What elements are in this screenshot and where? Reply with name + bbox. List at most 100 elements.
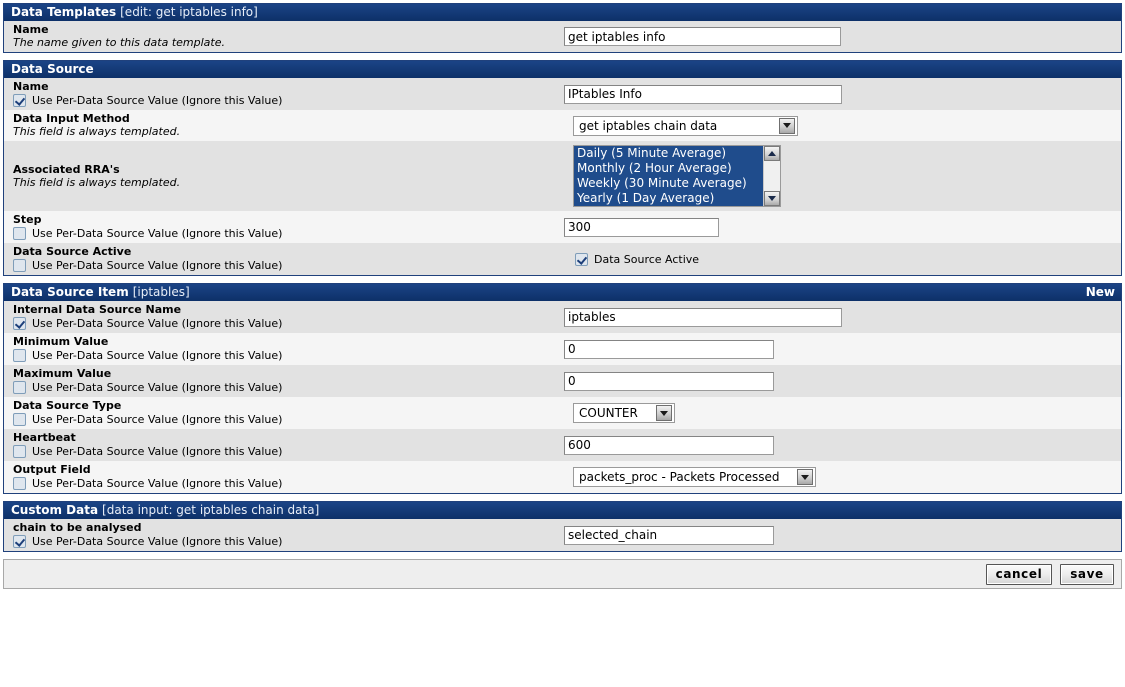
- per-ds-value-checkbox[interactable]: [13, 349, 26, 362]
- save-button[interactable]: save: [1060, 563, 1114, 585]
- section-header-data-source: Data Source: [4, 61, 1121, 78]
- per-ds-value-label: Use Per-Data Source Value (Ignore this V…: [32, 445, 283, 458]
- section-custom-data: Custom Data [data input: get iptables ch…: [3, 501, 1122, 552]
- per-ds-value-label: Use Per-Data Source Value (Ignore this V…: [32, 349, 283, 362]
- row-ds-name: Name Use Per-Data Source Value (Ignore t…: [4, 78, 1121, 110]
- maximum-value-input[interactable]: [564, 371, 774, 391]
- per-ds-value-checkbox[interactable]: [13, 477, 26, 490]
- per-ds-value-checkbox[interactable]: [13, 227, 26, 240]
- row-field: [560, 429, 1121, 461]
- row-maximum-value: Maximum Value Use Per-Data Source Value …: [4, 365, 1121, 397]
- row-label: Maximum Value Use Per-Data Source Value …: [4, 365, 560, 397]
- field-description: This field is always templated.: [13, 125, 181, 138]
- section-data-source: Data Source Name Use Per-Data Source Val…: [3, 60, 1122, 276]
- ds-name-input[interactable]: [564, 84, 842, 104]
- per-ds-value-checkbox[interactable]: [13, 535, 26, 548]
- listbox-scrollbar[interactable]: [763, 146, 780, 206]
- row-data-source-type: Data Source Type Use Per-Data Source Val…: [4, 397, 1121, 429]
- field-label: Name: [13, 80, 49, 93]
- scroll-down-icon[interactable]: [764, 191, 780, 206]
- new-data-source-item-link[interactable]: New: [1086, 284, 1115, 301]
- row-heartbeat: Heartbeat Use Per-Data Source Value (Ign…: [4, 429, 1121, 461]
- row-field: Daily (5 Minute Average) Monthly (2 Hour…: [560, 141, 1121, 211]
- section-data-templates: Data Templates [edit: get iptables info]…: [3, 3, 1122, 53]
- row-field: [560, 519, 1121, 551]
- field-label: Step: [13, 213, 42, 226]
- field-label: Output Field: [13, 463, 91, 476]
- row-label: Data Source Type Use Per-Data Source Val…: [4, 397, 560, 429]
- form-action-bar: cancel save: [3, 559, 1122, 589]
- section-subtitle: [data input: get iptables chain data]: [102, 503, 320, 517]
- row-label: chain to be analysed Use Per-Data Source…: [4, 519, 560, 551]
- row-label: Data Input Method This field is always t…: [4, 110, 560, 141]
- list-item[interactable]: Daily (5 Minute Average): [574, 146, 763, 161]
- per-ds-value-label: Use Per-Data Source Value (Ignore this V…: [32, 381, 283, 394]
- field-label: Internal Data Source Name: [13, 303, 182, 316]
- per-ds-value-checkbox[interactable]: [13, 317, 26, 330]
- list-item[interactable]: Yearly (1 Day Average): [574, 191, 763, 206]
- per-ds-checkbox-line: Use Per-Data Source Value (Ignore this V…: [13, 94, 560, 107]
- per-ds-value-checkbox[interactable]: [13, 413, 26, 426]
- scroll-up-icon[interactable]: [764, 146, 780, 161]
- step-input[interactable]: [564, 217, 719, 237]
- listbox-items: Daily (5 Minute Average) Monthly (2 Hour…: [574, 146, 763, 206]
- minimum-value-input[interactable]: [564, 339, 774, 359]
- list-item[interactable]: Monthly (2 Hour Average): [574, 161, 763, 176]
- template-name-input[interactable]: [564, 27, 841, 46]
- row-field: [560, 211, 1121, 243]
- heartbeat-input[interactable]: [564, 435, 774, 455]
- row-field: COUNTER: [560, 397, 1121, 429]
- select-value: get iptables chain data: [579, 118, 718, 133]
- section-header-custom-data: Custom Data [data input: get iptables ch…: [4, 502, 1121, 519]
- per-ds-value-checkbox[interactable]: [13, 259, 26, 272]
- section-title: Data Source: [11, 62, 94, 76]
- data-template-edit-page: Data Templates [edit: get iptables info]…: [0, 0, 1125, 589]
- field-label: Name: [13, 23, 49, 36]
- row-field: [560, 333, 1121, 365]
- data-input-method-select[interactable]: get iptables chain data: [573, 115, 798, 136]
- row-minimum-value: Minimum Value Use Per-Data Source Value …: [4, 333, 1121, 365]
- row-associated-rras: Associated RRA's This field is always te…: [4, 141, 1121, 211]
- select-value: packets_proc - Packets Processed: [579, 470, 780, 484]
- per-ds-checkbox-line: Use Per-Data Source Value (Ignore this V…: [13, 381, 560, 394]
- section-title: Custom Data: [11, 503, 99, 517]
- row-chain-to-be-analysed: chain to be analysed Use Per-Data Source…: [4, 519, 1121, 551]
- row-label: Associated RRA's This field is always te…: [4, 141, 560, 211]
- section-title: Data Templates: [11, 5, 117, 19]
- per-ds-value-checkbox[interactable]: [13, 445, 26, 458]
- section-header-data-templates: Data Templates [edit: get iptables info]: [4, 4, 1121, 21]
- row-field: Data Source Active: [560, 243, 1121, 275]
- associated-rras-listbox[interactable]: Daily (5 Minute Average) Monthly (2 Hour…: [573, 145, 781, 207]
- per-ds-value-label: Use Per-Data Source Value (Ignore this V…: [32, 227, 283, 240]
- output-field-select[interactable]: packets_proc - Packets Processed: [573, 467, 816, 487]
- internal-ds-name-input[interactable]: [564, 307, 842, 327]
- per-ds-value-label: Use Per-Data Source Value (Ignore this V…: [32, 413, 283, 426]
- row-field: [560, 78, 1121, 110]
- per-ds-value-label: Use Per-Data Source Value (Ignore this V…: [32, 259, 283, 272]
- section-subtitle: [edit: get iptables info]: [120, 5, 258, 19]
- ds-active-checkbox[interactable]: [575, 252, 588, 266]
- field-label: Heartbeat: [13, 431, 76, 444]
- row-field: [560, 301, 1121, 333]
- field-label: Data Source Active: [13, 245, 132, 258]
- per-ds-value-checkbox[interactable]: [13, 381, 26, 394]
- row-label: Heartbeat Use Per-Data Source Value (Ign…: [4, 429, 560, 461]
- field-label: Associated RRA's: [13, 162, 120, 176]
- per-ds-value-label: Use Per-Data Source Value (Ignore this V…: [32, 477, 283, 490]
- chain-to-be-analysed-input[interactable]: [564, 525, 774, 545]
- data-source-type-select[interactable]: COUNTER: [573, 403, 675, 423]
- per-ds-checkbox-line: Use Per-Data Source Value (Ignore this V…: [13, 445, 560, 458]
- per-ds-value-checkbox[interactable]: [13, 94, 26, 107]
- section-data-source-item: Data Source Item [iptables] New Internal…: [3, 283, 1122, 494]
- cancel-button[interactable]: cancel: [986, 563, 1052, 585]
- row-label: Step Use Per-Data Source Value (Ignore t…: [4, 211, 560, 243]
- scrollbar-track[interactable]: [764, 161, 780, 191]
- per-ds-checkbox-line: Use Per-Data Source Value (Ignore this V…: [13, 349, 560, 362]
- row-ds-active: Data Source Active Use Per-Data Source V…: [4, 243, 1121, 275]
- chevron-down-icon: [779, 117, 795, 134]
- row-data-input-method: Data Input Method This field is always t…: [4, 110, 1121, 141]
- list-item[interactable]: Weekly (30 Minute Average): [574, 176, 763, 191]
- row-field: [560, 21, 1121, 52]
- row-label: Output Field Use Per-Data Source Value (…: [4, 461, 560, 493]
- field-description: The name given to this data template.: [13, 36, 225, 49]
